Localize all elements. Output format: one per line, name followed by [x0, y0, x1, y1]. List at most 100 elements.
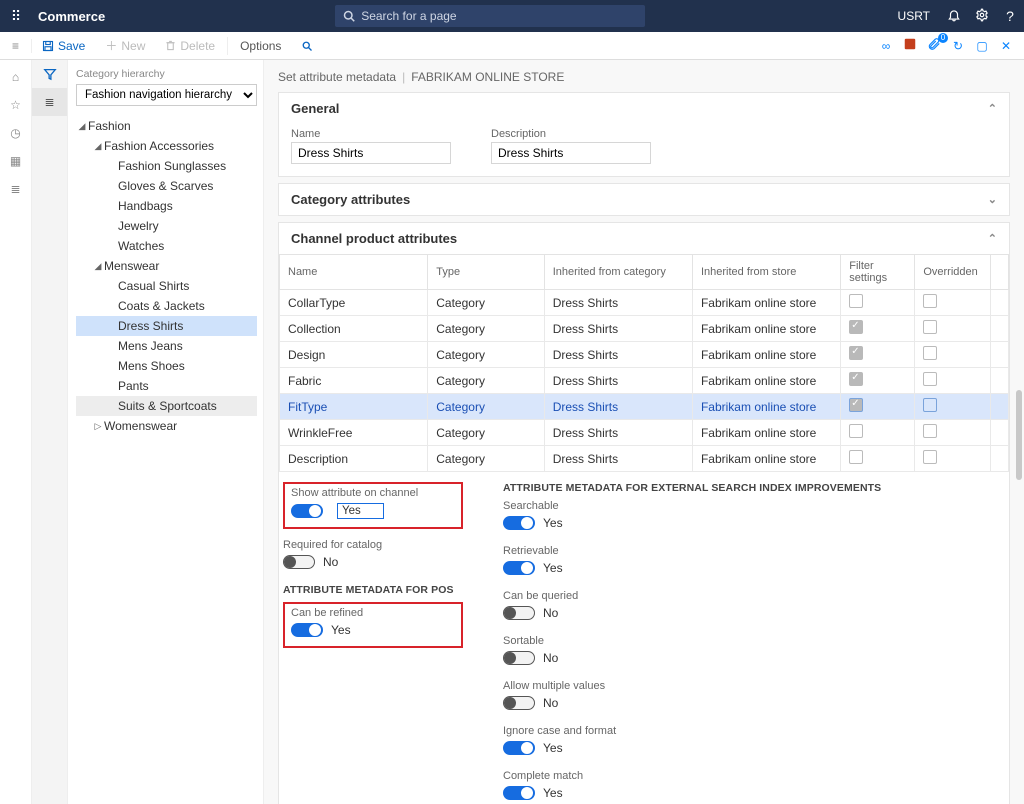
filter-checkbox[interactable] — [849, 294, 863, 308]
find-icon[interactable] — [291, 40, 323, 52]
tree-womenswear[interactable]: ▷Womenswear — [76, 416, 257, 436]
module-icon[interactable]: ▦ — [10, 154, 21, 168]
table-row[interactable]: DesignCategoryDress ShirtsFabrikam onlin… — [280, 342, 1009, 368]
tree-menswear[interactable]: ◢Menswear — [76, 256, 257, 276]
queried-toggle[interactable] — [503, 606, 535, 620]
tree-fashion[interactable]: ◢Fashion — [76, 116, 257, 136]
attachment-icon[interactable]: 0 — [922, 37, 946, 54]
col-inhs[interactable]: Inherited from store — [692, 255, 840, 290]
required-catalog-toggle[interactable] — [283, 555, 315, 569]
sortable-toggle[interactable] — [503, 651, 535, 665]
collapse-icon[interactable]: ≡ — [0, 39, 32, 53]
tree-jewelry[interactable]: Jewelry — [76, 216, 257, 236]
user-label[interactable]: USRT — [888, 9, 940, 23]
tree-watches[interactable]: Watches — [76, 236, 257, 256]
search-box[interactable]: Search for a page — [335, 5, 645, 27]
filter-checkbox[interactable] — [849, 450, 863, 464]
overridden-checkbox[interactable] — [923, 450, 937, 464]
col-over[interactable]: Overridden — [915, 255, 991, 290]
searchable-toggle[interactable] — [503, 516, 535, 530]
filter-checkbox[interactable] — [849, 320, 863, 334]
popout-icon[interactable]: ▢ — [970, 39, 994, 53]
office-icon[interactable] — [898, 37, 922, 54]
app-launcher-icon[interactable]: ⠿ — [0, 8, 32, 25]
overridden-checkbox[interactable] — [923, 294, 937, 308]
multi-toggle[interactable] — [503, 696, 535, 710]
scrollbar[interactable] — [1016, 390, 1022, 480]
table-row[interactable]: DescriptionCategoryDress ShirtsFabrikam … — [280, 446, 1009, 472]
overridden-checkbox[interactable] — [923, 424, 937, 438]
tree-handbags[interactable]: Handbags — [76, 196, 257, 216]
close-icon[interactable]: ✕ — [994, 39, 1018, 53]
show-attribute-label: Show attribute on channel — [291, 487, 455, 499]
tree-dress-shirts[interactable]: Dress Shirts — [76, 316, 257, 336]
col-name[interactable]: Name — [280, 255, 428, 290]
left-rail: ⌂ ☆ ◷ ▦ ≣ — [0, 60, 32, 804]
ignore-label: Ignore case and format — [503, 725, 881, 737]
searchable-label: Searchable — [503, 500, 881, 512]
lines-icon[interactable]: ≣ — [32, 88, 67, 116]
tree-gloves[interactable]: Gloves & Scarves — [76, 176, 257, 196]
breadcrumb: Set attribute metadata|FABRIKAM ONLINE S… — [278, 70, 1010, 84]
bell-icon[interactable] — [940, 8, 968, 25]
general-header[interactable]: General⌃ — [279, 93, 1009, 124]
col-inhc[interactable]: Inherited from category — [544, 255, 692, 290]
sortable-label: Sortable — [503, 635, 881, 647]
refresh-icon[interactable]: ↻ — [946, 39, 970, 53]
tree-casual[interactable]: Casual Shirts — [76, 276, 257, 296]
gear-icon[interactable] — [968, 8, 996, 25]
list-icon[interactable]: ≣ — [10, 182, 20, 196]
save-icon — [42, 40, 54, 52]
refine-toggle[interactable] — [291, 623, 323, 637]
filter-icon[interactable] — [32, 60, 67, 88]
filter-checkbox[interactable] — [849, 346, 863, 360]
overridden-checkbox[interactable] — [923, 346, 937, 360]
overridden-checkbox[interactable] — [923, 398, 937, 412]
table-row[interactable]: FabricCategoryDress ShirtsFabrikam onlin… — [280, 368, 1009, 394]
save-button[interactable]: Save — [32, 39, 95, 53]
recent-icon[interactable]: ◷ — [10, 126, 20, 140]
category-attributes-panel: Category attributes⌄ — [278, 183, 1010, 216]
table-row[interactable]: FitTypeCategoryDress ShirtsFabrikam onli… — [280, 394, 1009, 420]
help-icon[interactable]: ? — [996, 8, 1024, 24]
tree-coats[interactable]: Coats & Jackets — [76, 296, 257, 316]
delete-button[interactable]: Delete — [155, 39, 225, 53]
options-button[interactable]: Options — [230, 39, 291, 53]
col-filter[interactable]: Filter settings — [841, 255, 915, 290]
tree-jeans[interactable]: Mens Jeans — [76, 336, 257, 356]
filter-checkbox[interactable] — [849, 372, 863, 386]
favorite-icon[interactable]: ☆ — [10, 98, 21, 112]
show-attribute-value[interactable]: Yes — [337, 503, 384, 519]
tree-suits[interactable]: Suits & Sportcoats — [76, 396, 257, 416]
desc-input[interactable] — [491, 142, 651, 164]
filter-checkbox[interactable] — [849, 424, 863, 438]
category-attributes-header[interactable]: Category attributes⌄ — [279, 184, 1009, 215]
link-icon[interactable]: ∞ — [874, 39, 898, 53]
cpa-header[interactable]: Channel product attributes⌃ — [279, 223, 1009, 254]
chevron-down-icon: ⌄ — [988, 193, 997, 206]
queried-label: Can be queried — [503, 590, 881, 602]
show-attribute-toggle[interactable] — [291, 504, 323, 518]
ignore-toggle[interactable] — [503, 741, 535, 755]
tree-shoes[interactable]: Mens Shoes — [76, 356, 257, 376]
chevron-up-icon: ⌃ — [988, 102, 997, 115]
tree-accessories[interactable]: ◢Fashion Accessories — [76, 136, 257, 156]
attachment-badge: 0 — [938, 33, 948, 43]
table-row[interactable]: WrinkleFreeCategoryDress ShirtsFabrikam … — [280, 420, 1009, 446]
new-button[interactable]: ＋New — [95, 37, 155, 54]
table-row[interactable]: CollarTypeCategoryDress ShirtsFabrikam o… — [280, 290, 1009, 316]
table-row[interactable]: CollectionCategoryDress ShirtsFabrikam o… — [280, 316, 1009, 342]
filter-checkbox[interactable] — [849, 398, 863, 412]
general-panel: General⌃ Name Description — [278, 92, 1010, 177]
retrievable-toggle[interactable] — [503, 561, 535, 575]
required-catalog-label: Required for catalog — [283, 539, 463, 551]
overridden-checkbox[interactable] — [923, 320, 937, 334]
tree-pants[interactable]: Pants — [76, 376, 257, 396]
hierarchy-select[interactable]: Fashion navigation hierarchy — [76, 84, 257, 106]
name-input[interactable] — [291, 142, 451, 164]
col-type[interactable]: Type — [428, 255, 544, 290]
complete-toggle[interactable] — [503, 786, 535, 800]
tree-sunglasses[interactable]: Fashion Sunglasses — [76, 156, 257, 176]
overridden-checkbox[interactable] — [923, 372, 937, 386]
home-icon[interactable]: ⌂ — [12, 70, 19, 84]
